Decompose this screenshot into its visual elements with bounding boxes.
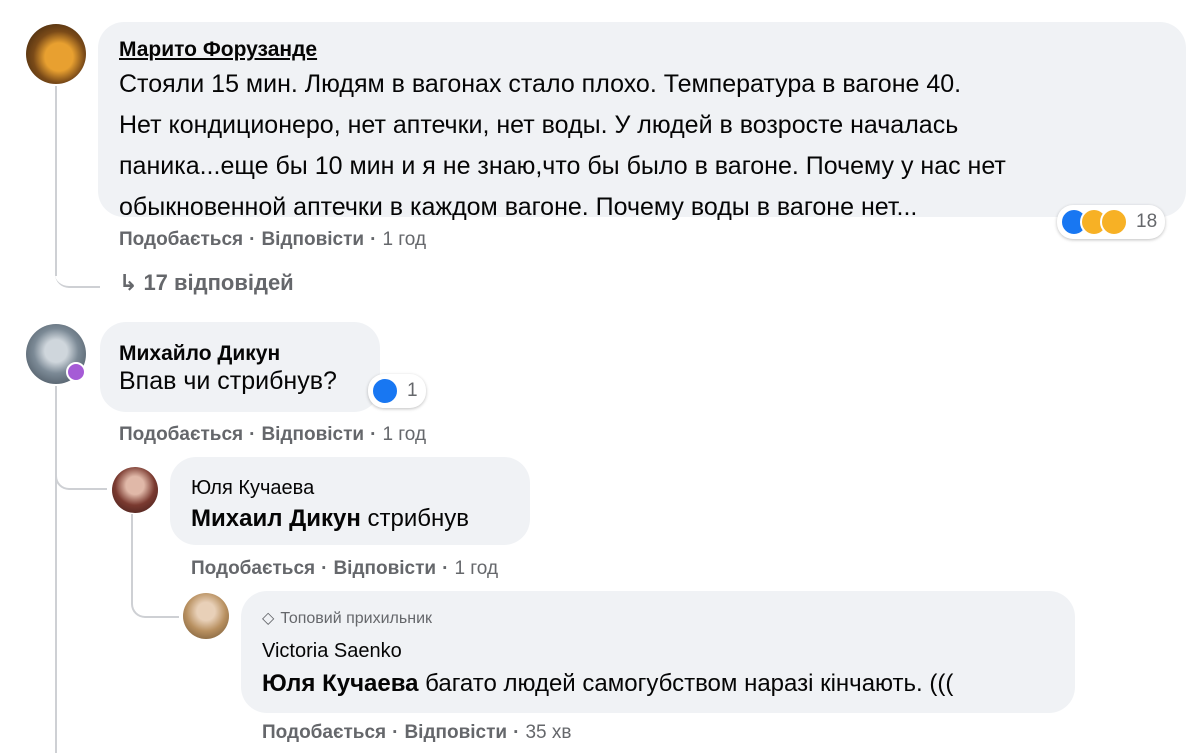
reply-message: стрибнув: [360, 505, 469, 532]
reply-button[interactable]: Відповісти: [333, 558, 436, 579]
timestamp[interactable]: 1 год: [382, 424, 426, 445]
timestamp[interactable]: 35 хв: [525, 722, 571, 743]
reply-button[interactable]: Відповісти: [404, 722, 507, 743]
view-replies-label: 17 відповідей: [143, 270, 294, 295]
reply-arrow-icon: ↳: [119, 270, 138, 295]
comment-line: Нет кондиционеро, нет аптечки, нет воды.…: [119, 111, 959, 139]
like-button[interactable]: Подобається: [262, 722, 386, 743]
diamond-icon: ◇: [262, 610, 275, 627]
reaction-count: 18: [1136, 211, 1158, 232]
reaction-count: 1: [407, 380, 418, 401]
reply-button[interactable]: Відповісти: [261, 424, 364, 445]
timestamp[interactable]: 1 год: [454, 558, 498, 579]
comment-author-1[interactable]: Марито Форузанде: [119, 38, 317, 62]
top-fan-badge: ◇ Топовий прихильник: [262, 608, 432, 628]
thread-curve-2: [55, 455, 107, 490]
thread-line-1: [55, 86, 57, 276]
comment-text-1: Стояли 15 мин. Людям в вагонах стало пло…: [119, 64, 1179, 228]
like-button[interactable]: Подобається: [119, 424, 243, 445]
mention-link[interactable]: Михаил Дикун: [191, 505, 361, 532]
comment-author-2[interactable]: Михайло Дикун: [119, 342, 280, 366]
like-button[interactable]: Подобається: [119, 229, 243, 250]
reply-actions-2: Подобається · Відповісти · 35 хв: [262, 722, 572, 743]
reply-actions-1: Подобається · Відповісти · 1 год: [191, 558, 499, 579]
thread-curve-1: [55, 250, 100, 288]
view-replies-link[interactable]: ↳ 17 відповідей: [119, 270, 294, 296]
comment-actions-2: Подобається · Відповісти · 1 год: [119, 424, 427, 445]
timestamp[interactable]: 1 год: [382, 229, 426, 250]
comment-line: обыкновенной аптечки в каждом вагоне. По…: [119, 193, 918, 221]
avatar-marito[interactable]: [26, 24, 86, 84]
like-icon: [371, 377, 399, 405]
reactions-summary-2[interactable]: 1: [368, 374, 426, 408]
avatar-victoria[interactable]: [183, 593, 229, 639]
comment-line: паника...еще бы 10 мин и я не знаю,что б…: [119, 152, 1006, 180]
reply-message: багато людей самогубством наразі кінчают…: [418, 670, 954, 697]
reply-text-2: Юля Кучаева багато людей самогубством на…: [262, 670, 953, 698]
reply-author-1[interactable]: Юля Кучаева: [191, 477, 314, 500]
comment-text-2: Впав чи стрибнув?: [119, 367, 337, 395]
thread-line-2: [55, 386, 57, 753]
thread-curve-3: [131, 580, 179, 618]
like-button[interactable]: Подобається: [191, 558, 315, 579]
reply-text-1: Михаил Дикун стрибнув: [191, 505, 469, 533]
reactions-summary-1[interactable]: 18: [1057, 205, 1166, 239]
avatar-yulia[interactable]: [112, 467, 158, 513]
reply-button[interactable]: Відповісти: [261, 229, 364, 250]
badge-label: Топовий прихильник: [280, 610, 432, 627]
avatar-status-icon: [66, 362, 86, 382]
sad-icon: [1100, 208, 1128, 236]
comment-actions-1: Подобається · Відповісти · 1 год: [119, 229, 427, 250]
mention-link[interactable]: Юля Кучаева: [262, 670, 418, 697]
reply-author-2[interactable]: Victoria Saenko: [262, 640, 402, 663]
comment-line: Стояли 15 мин. Людям в вагонах стало пло…: [119, 70, 962, 98]
